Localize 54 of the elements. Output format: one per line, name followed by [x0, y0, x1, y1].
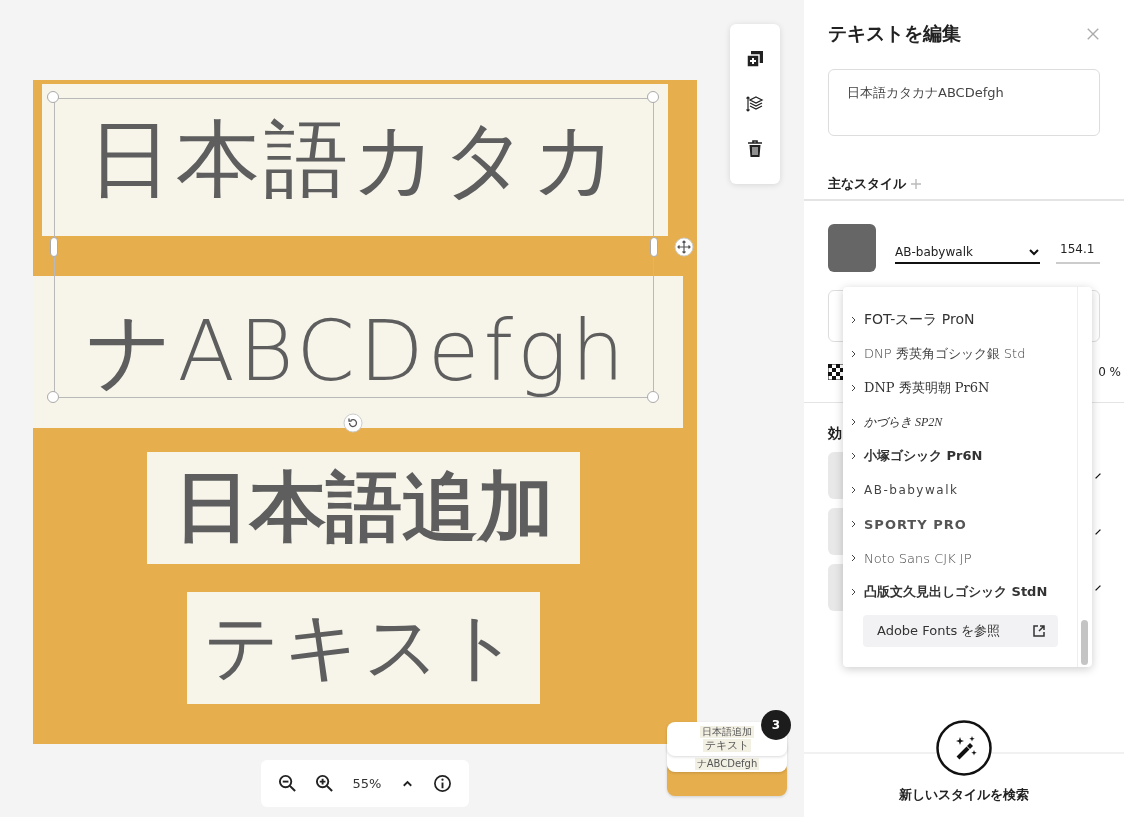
edit-icon[interactable] — [1094, 471, 1102, 480]
size-field[interactable]: 154.1 — [1056, 242, 1100, 264]
thumbnail-text: 日本語追加 — [700, 726, 754, 738]
thumbnail-text: ナABCDefgh — [694, 758, 760, 770]
color-swatch[interactable] — [828, 224, 876, 272]
duplicate-icon[interactable] — [745, 48, 765, 69]
text-block[interactable]: 日本語追加 — [147, 452, 580, 564]
opacity-value: 0 % — [1098, 365, 1121, 379]
font-option[interactable]: 小塚ゴシック Pr6N — [843, 439, 1077, 473]
font-option[interactable]: DNP 秀英明朝 Pr6N — [843, 371, 1077, 405]
chevron-right-icon — [850, 316, 858, 324]
chevron-down-icon[interactable] — [1028, 246, 1040, 258]
font-option[interactable]: SPORTY PRO — [843, 507, 1077, 541]
browse-fonts-button[interactable]: Adobe Fonts を参照 — [863, 615, 1058, 647]
font-select[interactable]: AB-babywalk — [895, 242, 1040, 264]
text-block[interactable]: 日本語カタカ — [42, 84, 668, 236]
font-option[interactable]: AB-babywalk — [843, 473, 1077, 507]
scrollbar-thumb[interactable] — [1081, 620, 1088, 665]
chevron-right-icon — [850, 452, 858, 460]
move-icon[interactable] — [674, 237, 694, 257]
resize-handle[interactable] — [650, 237, 658, 257]
edit-icon[interactable] — [1094, 527, 1102, 536]
trash-icon[interactable] — [745, 139, 765, 160]
section-label: 主なスタイル — [828, 175, 906, 193]
chevron-right-icon — [850, 384, 858, 392]
external-link-icon — [1032, 624, 1046, 638]
font-option[interactable]: かづらき SP2N — [843, 405, 1077, 439]
font-option[interactable]: 凸版文久見出しゴシック StdN — [843, 575, 1077, 609]
chevron-right-icon — [850, 554, 858, 562]
magic-wand-icon[interactable] — [936, 720, 992, 776]
zoom-in-icon[interactable] — [315, 774, 335, 793]
discover-styles-label[interactable]: 新しいスタイルを検索 — [899, 786, 1029, 804]
rotate-icon[interactable] — [343, 413, 363, 433]
chevron-right-icon — [850, 350, 858, 358]
panel-title: テキストを編集 — [828, 21, 961, 46]
resize-handle[interactable] — [50, 237, 58, 257]
layers-icon[interactable] — [745, 94, 765, 114]
font-option[interactable]: Noto Sans CJK JP — [843, 541, 1077, 575]
section-label: 効 — [828, 425, 843, 443]
text-block[interactable]: ナABCDefgh — [33, 276, 683, 428]
text-field[interactable]: 日本語カタカナABCDefgh — [828, 69, 1100, 136]
zoom-level: 55% — [352, 776, 382, 791]
text-block[interactable]: テキスト — [187, 592, 540, 704]
chevron-right-icon — [850, 588, 858, 596]
pages-stack[interactable]: 日本語追加 テキスト ナABCDefgh 3 — [664, 708, 790, 800]
edit-icon[interactable] — [1094, 583, 1102, 592]
font-option[interactable]: DNP 秀英角ゴシック銀 Std — [843, 337, 1077, 371]
info-icon[interactable] — [432, 774, 452, 793]
chevron-right-icon — [850, 486, 858, 494]
chevron-right-icon — [850, 418, 858, 426]
thumbnail-text: テキスト — [703, 739, 751, 752]
zoom-out-icon[interactable] — [278, 774, 298, 793]
chevron-right-icon — [850, 520, 858, 528]
count-badge: 3 — [761, 710, 791, 740]
